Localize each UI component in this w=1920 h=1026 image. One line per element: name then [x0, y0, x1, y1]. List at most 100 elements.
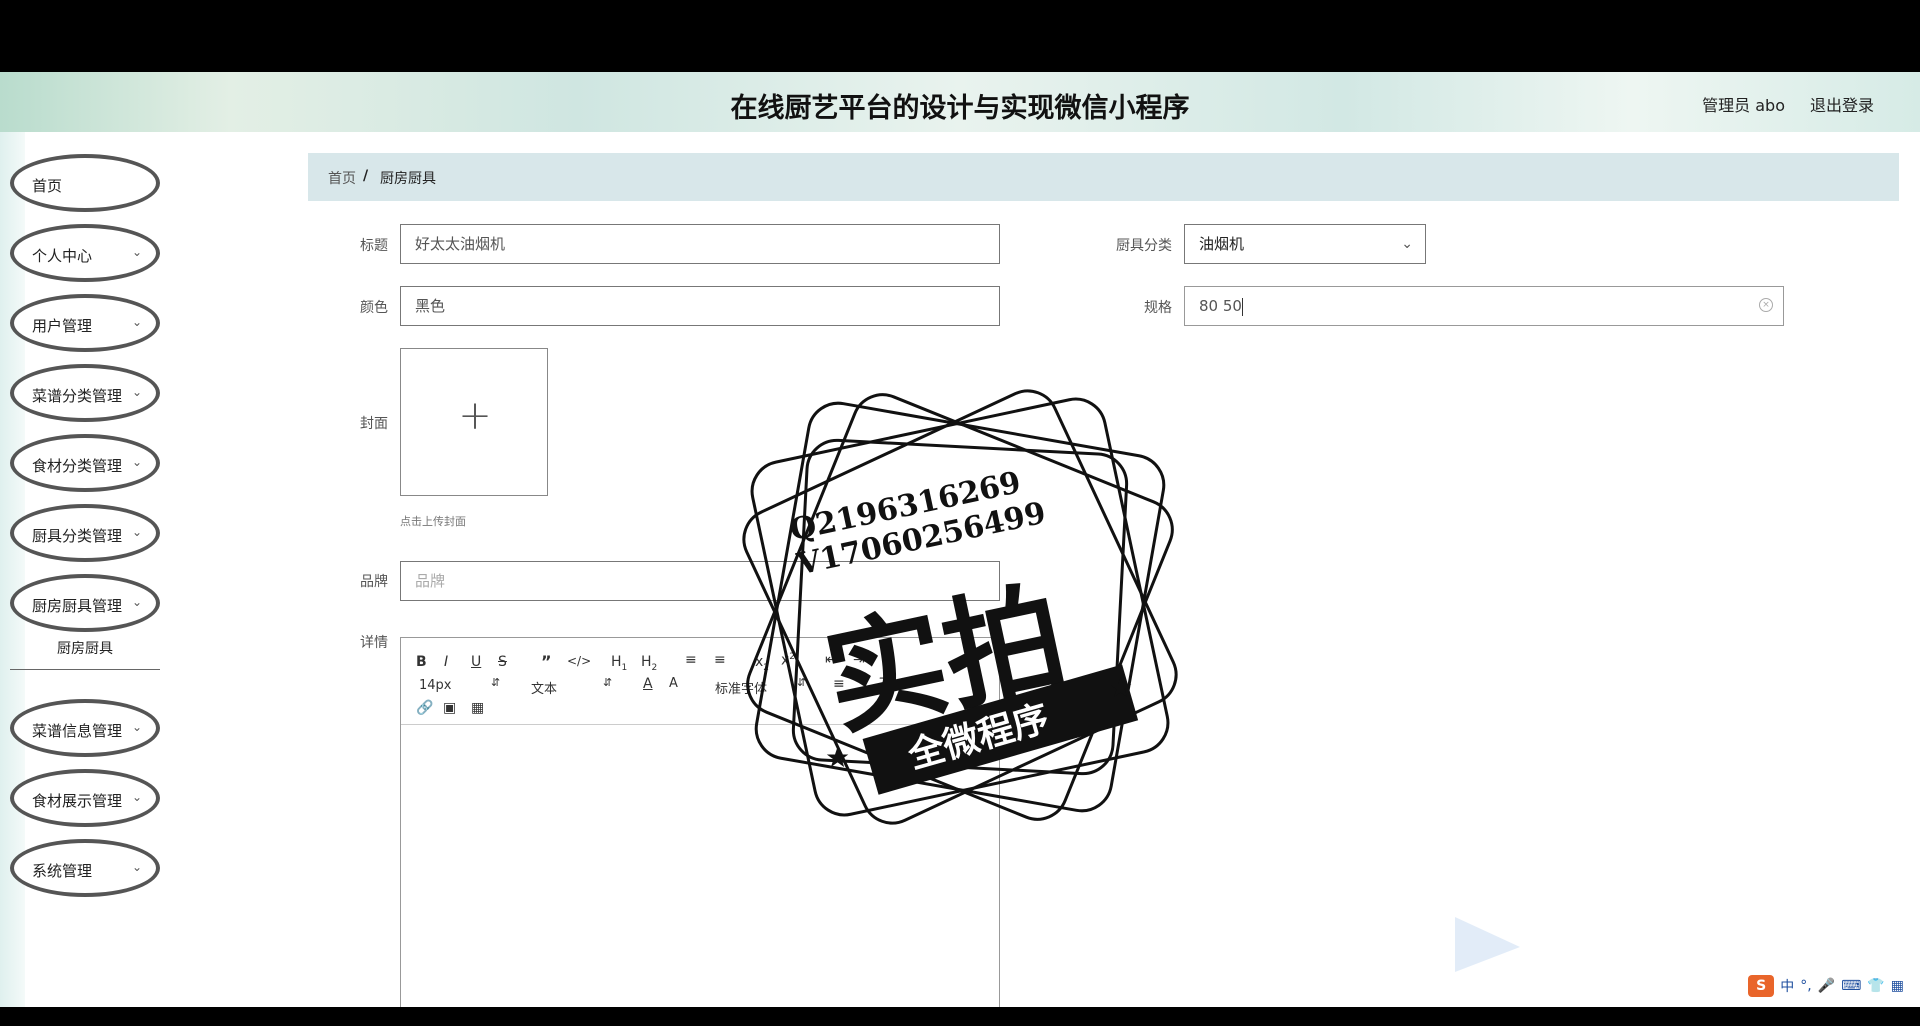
underline-icon[interactable]: U: [471, 654, 481, 670]
breadcrumb-home[interactable]: 首页: [328, 168, 356, 188]
app-title: 在线厨艺平台的设计与实现微信小程序: [730, 93, 1190, 124]
clear-icon[interactable]: ×: [1759, 298, 1773, 312]
align-icon[interactable]: ≡: [833, 676, 845, 692]
cover-label: 封面: [360, 416, 388, 432]
font-size-select[interactable]: 14px: [419, 678, 452, 693]
background-color-icon[interactable]: A: [669, 676, 678, 691]
title-input[interactable]: 好太太油烟机: [400, 224, 1000, 264]
chevron-down-icon: ⌄: [131, 315, 142, 329]
subscript-icon[interactable]: x2: [755, 654, 769, 673]
breadcrumb-separator: /: [363, 168, 369, 184]
updown-icon: ⇵: [491, 676, 501, 689]
title-label: 标题: [360, 238, 388, 254]
ime-toolbar[interactable]: S 中 °, 🎤 ⌨ 👕 ▦: [1744, 973, 1908, 999]
sidebar-item-label: 菜谱分类管理: [32, 387, 123, 405]
sidebar-item-label: 个人中心: [32, 247, 93, 265]
code-block-icon[interactable]: </>: [567, 654, 591, 668]
ordered-list-icon[interactable]: ≡: [685, 652, 697, 668]
chevron-down-icon: ⌄: [131, 525, 142, 539]
sidebar-item-kitchen-cookware[interactable]: 厨房厨具管理 ⌄: [10, 574, 160, 632]
chevron-down-icon: ⌄: [131, 790, 142, 804]
ime-lang-label: 中: [1780, 979, 1795, 995]
chevron-down-icon: ⌄: [1401, 236, 1413, 252]
spec-label: 规格: [1144, 300, 1172, 316]
watermark-logo-icon: [1455, 917, 1520, 972]
sidebar-item-recipe-info[interactable]: 菜谱信息管理 ⌄: [10, 699, 160, 757]
chevron-down-icon: ⌄: [131, 860, 142, 874]
strikethrough-icon[interactable]: S: [498, 654, 507, 670]
category-select[interactable]: 油烟机 ⌄: [1184, 224, 1426, 264]
keyboard-icon: ⌨: [1841, 978, 1862, 994]
ime-logo: S: [1748, 975, 1775, 997]
sidebar-item-label: 厨具分类管理: [32, 527, 123, 545]
color-label: 颜色: [360, 300, 388, 316]
chevron-down-icon: ⌄: [131, 385, 142, 399]
logout-link[interactable]: 退出登录: [1810, 92, 1874, 116]
cover-upload[interactable]: +: [400, 348, 548, 496]
outdent-icon[interactable]: ⇤: [825, 652, 837, 668]
sidebar-item-cookware-category[interactable]: 厨具分类管理 ⌄: [10, 504, 160, 562]
sidebar-item-label: 厨房厨具管理: [32, 597, 123, 615]
brand-input[interactable]: 品牌: [400, 561, 1000, 601]
sidebar-item-home[interactable]: 首页: [10, 154, 160, 212]
font-family-select[interactable]: 标准字体: [715, 678, 767, 697]
updown-icon: ⇵: [797, 676, 807, 689]
font-color-icon[interactable]: A: [643, 676, 653, 692]
top-black-bar: [0, 0, 1920, 72]
link-icon[interactable]: 🔗: [416, 700, 433, 716]
grid-icon: ▦: [1890, 978, 1904, 994]
sidebar-item-user-management[interactable]: 用户管理 ⌄: [10, 294, 160, 352]
plus-icon: +: [458, 393, 492, 439]
heading1-icon[interactable]: H1: [611, 654, 627, 673]
brand-label: 品牌: [360, 574, 388, 590]
clear-format-icon[interactable]: T: [879, 676, 888, 692]
bottom-black-bar: [0, 1007, 1920, 1026]
chevron-down-icon: ⌄: [131, 455, 142, 469]
bold-icon[interactable]: B: [416, 654, 427, 670]
chevron-down-icon: ⌄: [131, 595, 142, 609]
breadcrumb-current: 厨房厨具: [380, 171, 436, 187]
color-input[interactable]: 黑色: [400, 286, 1000, 326]
text-caret: [1241, 297, 1243, 316]
submenu-item-kitchen-cookware[interactable]: 厨房厨具: [10, 629, 160, 670]
paragraph-select[interactable]: 文本: [531, 678, 557, 697]
sidebar-item-personal-center[interactable]: 个人中心 ⌄: [10, 224, 160, 282]
detail-label: 详情: [360, 635, 388, 651]
stamp-line1: Q2196316269: [787, 465, 1024, 548]
heading2-icon[interactable]: H2: [641, 654, 657, 673]
sidebar-item-ingredient-category[interactable]: 食材分类管理 ⌄: [10, 434, 160, 492]
bullet-list-icon[interactable]: ≡: [714, 652, 726, 668]
admin-page: 在线厨艺平台的设计与实现微信小程序 管理员 abo 退出登录 首页 个人中心 ⌄…: [0, 72, 1920, 1007]
rich-text-editor: B I U S ” </> H1 H2 ≡ ≡ x2 x2 ⇤ ⇥ 14px ⇵…: [400, 637, 1000, 1007]
skin-icon: 👕: [1867, 978, 1885, 994]
indent-icon[interactable]: ⇥: [853, 652, 865, 668]
quote-icon[interactable]: ”: [541, 652, 552, 671]
app-header: 在线厨艺平台的设计与实现微信小程序 管理员 abo 退出登录: [0, 72, 1920, 132]
chevron-down-icon: ⌄: [131, 720, 142, 734]
sidebar-item-label: 食材分类管理: [32, 457, 123, 475]
spec-input-value: 80 50: [1199, 297, 1242, 315]
updown-icon: ⇵: [603, 676, 613, 689]
sidebar-item-label: 菜谱信息管理: [32, 722, 123, 740]
video-icon[interactable]: ▦: [471, 700, 484, 716]
cover-upload-hint: 点击上传封面: [400, 515, 466, 528]
sidebar-item-label: 首页: [32, 177, 63, 195]
sidebar-item-label: 食材展示管理: [32, 792, 123, 810]
spec-input[interactable]: 80 50 ×: [1184, 286, 1784, 326]
sidebar-item-label: 用户管理: [32, 317, 93, 335]
microphone-icon: 🎤: [1817, 978, 1836, 994]
superscript-icon[interactable]: x2: [781, 652, 795, 669]
category-label: 厨具分类: [1116, 238, 1172, 254]
category-select-value: 油烟机: [1199, 235, 1245, 253]
toolbar-divider: [401, 724, 999, 725]
image-icon[interactable]: ▣: [443, 700, 456, 716]
sidebar-item-recipe-category[interactable]: 菜谱分类管理 ⌄: [10, 364, 160, 422]
sidebar-item-system[interactable]: 系统管理 ⌄: [10, 839, 160, 897]
breadcrumb: 首页 / 厨房厨具: [308, 153, 1899, 201]
italic-icon[interactable]: I: [444, 654, 448, 670]
editor-content-area[interactable]: [401, 726, 999, 1007]
punctuation-icon: °,: [1800, 978, 1812, 994]
star-icon: ★: [1108, 671, 1133, 704]
sidebar-item-ingredient-display[interactable]: 食材展示管理 ⌄: [10, 769, 160, 827]
sidebar-item-label: 系统管理: [32, 862, 93, 880]
